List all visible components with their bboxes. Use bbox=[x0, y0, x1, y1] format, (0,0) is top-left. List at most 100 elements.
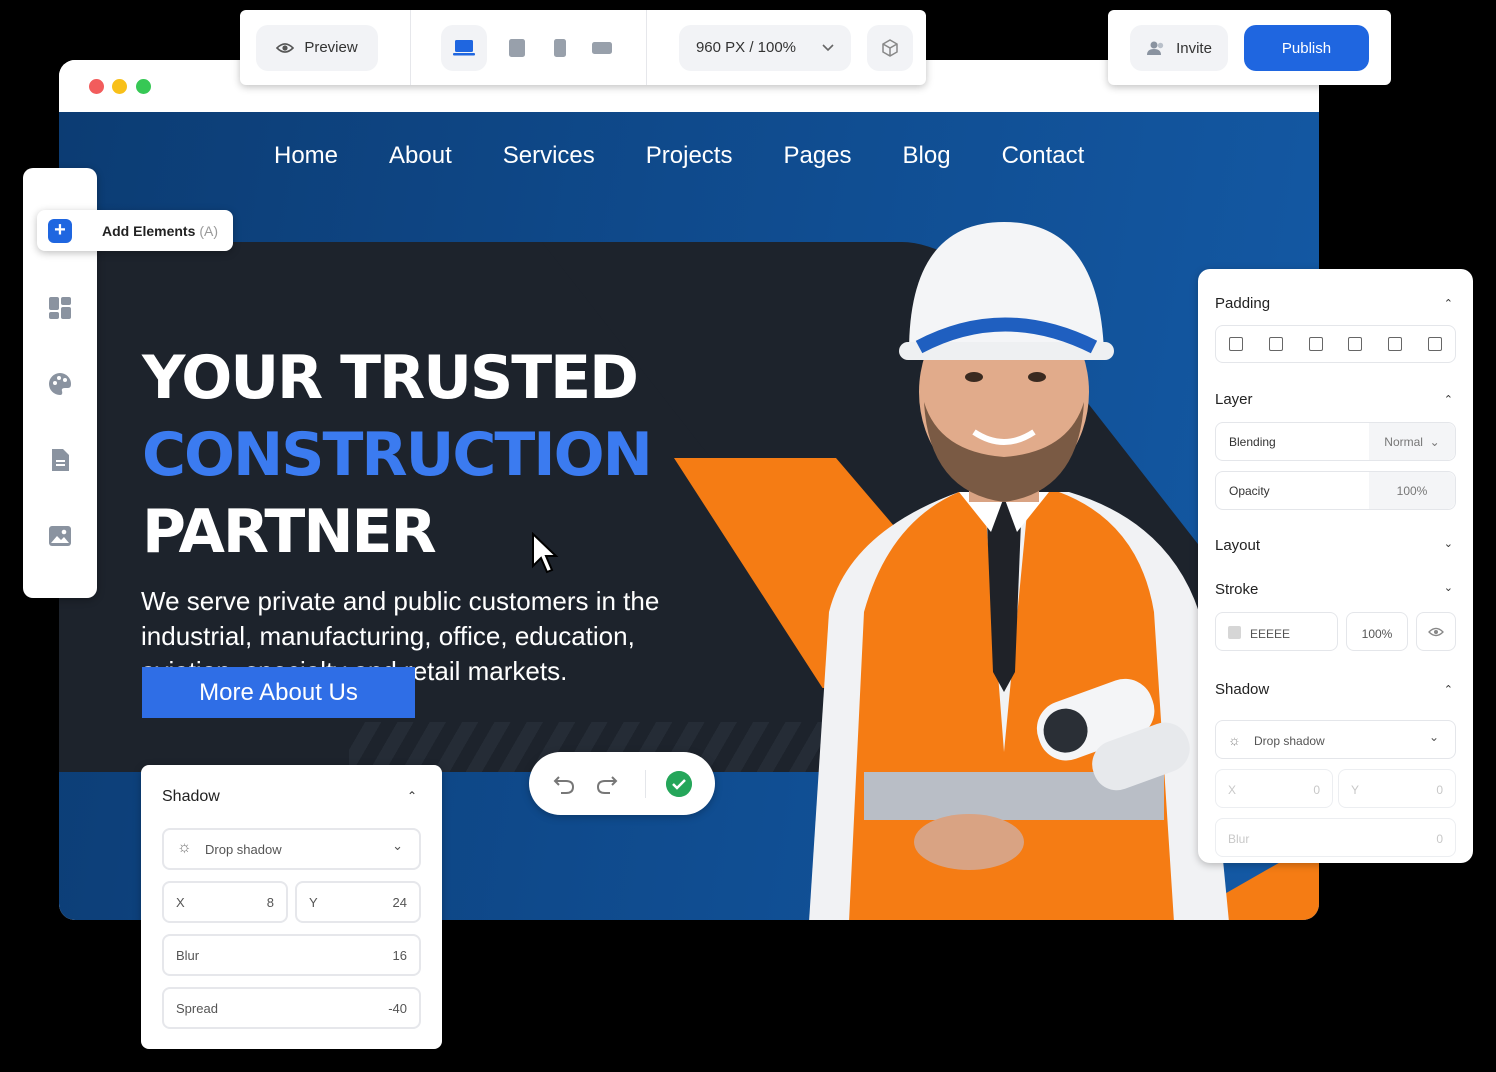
nav-blog[interactable]: Blog bbox=[903, 142, 951, 170]
publish-bar: Invite Publish bbox=[1108, 10, 1391, 85]
chevron-up-icon[interactable]: ⌃ bbox=[1444, 297, 1453, 310]
chevron-up-icon[interactable]: ⌃ bbox=[1444, 683, 1453, 696]
stroke-color-field[interactable]: EEEEE bbox=[1215, 612, 1338, 651]
hero-title-line1: YOUR TRUSTED bbox=[142, 343, 639, 413]
image-icon[interactable] bbox=[48, 524, 72, 548]
palette-icon[interactable] bbox=[48, 372, 72, 396]
zoom-select[interactable]: 960 PX / 100% bbox=[679, 24, 851, 71]
chevron-up-icon[interactable]: ⌃ bbox=[1444, 393, 1453, 406]
maximize-window-dot[interactable] bbox=[136, 79, 151, 94]
align-right-icon[interactable] bbox=[1268, 337, 1283, 351]
blending-select[interactable]: Blending Normal ⌄ bbox=[1215, 422, 1456, 461]
nav-about[interactable]: About bbox=[389, 142, 452, 170]
blending-label: Blending bbox=[1229, 435, 1276, 449]
tablet-view-button[interactable] bbox=[503, 25, 531, 71]
invite-button[interactable]: Invite bbox=[1130, 25, 1228, 71]
plus-icon: + bbox=[48, 218, 72, 243]
desktop-icon bbox=[453, 39, 475, 55]
stroke-opacity-value: 100% bbox=[1361, 627, 1393, 641]
shadow-blur-field[interactable]: Blur 0 bbox=[1215, 818, 1456, 857]
more-about-us-button[interactable]: More About Us bbox=[142, 667, 415, 718]
opacity-value: 100% bbox=[1369, 472, 1455, 509]
nav-services[interactable]: Services bbox=[503, 142, 595, 170]
nav-contact[interactable]: Contact bbox=[1002, 142, 1085, 170]
blur-value: 16 bbox=[392, 948, 407, 963]
shadow-type-value: Drop shadow bbox=[205, 842, 282, 857]
mobile-view-button[interactable] bbox=[546, 25, 574, 71]
nav-home[interactable]: Home bbox=[274, 142, 338, 170]
toolbar-divider bbox=[410, 10, 411, 85]
chevron-down-icon bbox=[822, 43, 834, 51]
opacity-field[interactable]: Opacity 100% bbox=[1215, 471, 1456, 510]
spread-value: -40 bbox=[388, 1001, 407, 1016]
shadow-title: Shadow bbox=[1215, 681, 1270, 698]
stroke-visibility-toggle[interactable] bbox=[1416, 612, 1456, 651]
publish-button[interactable]: Publish bbox=[1244, 25, 1369, 71]
desktop-view-button[interactable] bbox=[441, 24, 487, 71]
zoom-value: 960 PX / 100% bbox=[695, 39, 797, 56]
align-center-vertical-icon[interactable] bbox=[1388, 337, 1403, 351]
layout-title: Layout bbox=[1215, 537, 1261, 554]
y-label: Y bbox=[309, 895, 318, 910]
eye-icon bbox=[276, 42, 295, 53]
stroke-opacity-field[interactable]: 100% bbox=[1346, 612, 1408, 651]
confirm-check-icon[interactable] bbox=[666, 771, 692, 797]
shadow-blur-field[interactable]: Blur 16 bbox=[162, 934, 421, 976]
widgets-icon[interactable] bbox=[48, 296, 72, 320]
shadow-x-field[interactable]: X 8 bbox=[162, 881, 288, 923]
shadow-panel-title: Shadow bbox=[162, 788, 220, 805]
preview-label: Preview bbox=[304, 39, 358, 56]
site-nav: Home About Services Projects Pages Blog … bbox=[274, 142, 1135, 170]
add-elements-label: Add Elements bbox=[102, 222, 196, 239]
sun-icon: ☼ bbox=[177, 839, 192, 856]
redo-icon[interactable] bbox=[596, 773, 618, 795]
x-label: X bbox=[1228, 783, 1237, 797]
sun-icon: ☼ bbox=[1228, 732, 1241, 748]
shadow-spread-field[interactable]: Spread -40 bbox=[162, 987, 421, 1029]
x-value: 8 bbox=[266, 895, 274, 910]
y-value: 0 bbox=[1436, 783, 1443, 797]
nav-pages[interactable]: Pages bbox=[783, 142, 851, 170]
preview-button[interactable]: Preview bbox=[256, 24, 378, 71]
y-label: Y bbox=[1351, 783, 1360, 797]
align-left-icon[interactable] bbox=[1228, 337, 1243, 351]
landscape-mobile-icon bbox=[592, 41, 612, 54]
history-controls bbox=[529, 752, 715, 815]
color-swatch bbox=[1228, 626, 1241, 639]
align-bottom-icon[interactable] bbox=[1308, 337, 1323, 351]
padding-align-row bbox=[1215, 325, 1456, 363]
shadow-settings-panel: Shadow ⌃ ☼ Drop shadow ⌄ X 8 Y 24 Blur 1… bbox=[141, 765, 442, 1049]
stroke-title: Stroke bbox=[1215, 581, 1259, 598]
x-value: 0 bbox=[1313, 783, 1320, 797]
shadow-type-select[interactable]: ☼ Drop shadow ⌄ bbox=[1215, 720, 1456, 759]
landscape-view-button[interactable] bbox=[588, 25, 616, 71]
chevron-down-icon[interactable]: ⌄ bbox=[1444, 537, 1453, 550]
stroke-color-value: EEEEE bbox=[1250, 627, 1291, 641]
3d-view-button[interactable] bbox=[867, 24, 913, 71]
padding-title: Padding bbox=[1215, 295, 1271, 312]
blur-label: Blur bbox=[1228, 832, 1250, 846]
hero-title-line3: PARTNER bbox=[142, 497, 437, 567]
minimize-window-dot[interactable] bbox=[112, 79, 127, 94]
add-elements-button[interactable]: + Add Elements (A) bbox=[37, 210, 233, 251]
chevron-up-icon[interactable]: ⌃ bbox=[407, 789, 417, 803]
opacity-label: Opacity bbox=[1229, 484, 1270, 498]
align-center-horizontal-icon[interactable] bbox=[1428, 337, 1443, 351]
close-window-dot[interactable] bbox=[89, 79, 104, 94]
divider bbox=[645, 770, 646, 798]
spread-label: Spread bbox=[176, 1001, 218, 1016]
chevron-down-icon[interactable]: ⌄ bbox=[1444, 581, 1453, 594]
shadow-x-field[interactable]: X 0 bbox=[1215, 769, 1333, 808]
align-top-icon[interactable] bbox=[1348, 337, 1363, 351]
document-icon[interactable] bbox=[48, 448, 72, 472]
editor-toolbar: Preview 960 PX / 100% bbox=[240, 10, 926, 85]
undo-icon[interactable] bbox=[553, 773, 575, 795]
toolbar-divider bbox=[646, 10, 647, 85]
blur-value: 0 bbox=[1436, 832, 1443, 846]
shadow-type-select[interactable]: ☼ Drop shadow ⌄ bbox=[162, 828, 421, 870]
nav-projects[interactable]: Projects bbox=[646, 142, 733, 170]
properties-panel: Padding ⌃ Layer ⌃ Blending Normal ⌄ Opac… bbox=[1198, 269, 1473, 863]
blending-value: Normal ⌄ bbox=[1369, 423, 1455, 460]
shadow-y-field[interactable]: Y 0 bbox=[1338, 769, 1456, 808]
shadow-y-field[interactable]: Y 24 bbox=[295, 881, 421, 923]
